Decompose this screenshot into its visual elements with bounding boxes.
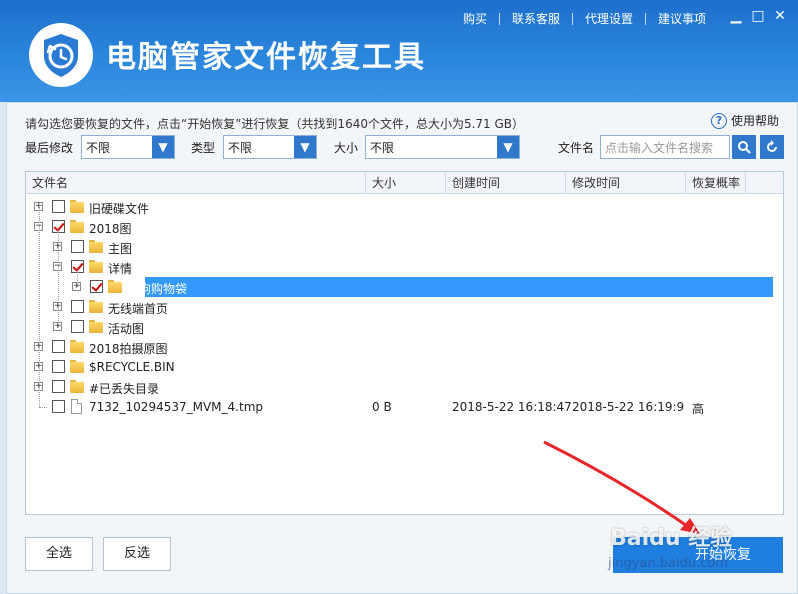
row-label: #已丢失目录 bbox=[89, 382, 160, 396]
nav-suggestions[interactable]: 建议事项 bbox=[646, 10, 718, 27]
tree-guide bbox=[39, 207, 40, 407]
tree-row[interactable]: + 旧硬碟文件 bbox=[26, 197, 783, 217]
select-all-button[interactable]: 全选 bbox=[25, 537, 93, 571]
col-created[interactable]: 创建时间 bbox=[446, 172, 566, 194]
invert-selection-button[interactable]: 反选 bbox=[103, 537, 171, 571]
folder-icon bbox=[70, 200, 84, 213]
chevron-down-icon: ▼ bbox=[294, 136, 316, 158]
modified-label: 最后修改 bbox=[25, 141, 74, 155]
tree-row[interactable]: − 2018图 bbox=[26, 217, 783, 237]
type-label: 类型 bbox=[191, 141, 216, 155]
tree-row-selected[interactable]: + 小狗购物袋 bbox=[26, 277, 783, 297]
nav-proxy[interactable]: 代理设置 bbox=[573, 10, 645, 27]
modified-cell: 2018-5-22 16:19:9 bbox=[572, 400, 685, 414]
folder-icon bbox=[89, 300, 103, 313]
tree-row[interactable]: − 详情 bbox=[26, 257, 783, 277]
filename-search-input[interactable]: 点击输入文件名搜索 bbox=[600, 135, 730, 159]
help-label: 使用帮助 bbox=[730, 114, 779, 128]
top-nav: 购买 联系客服 代理设置 建议事项 bbox=[451, 10, 718, 27]
row-checkbox[interactable] bbox=[52, 200, 65, 213]
row-label: 旧硬碟文件 bbox=[89, 202, 150, 216]
size-value: 不限 bbox=[370, 141, 395, 155]
shield-clock-logo-icon bbox=[29, 23, 93, 87]
tree-guide bbox=[77, 267, 78, 287]
table-header: 文件名 大小 创建时间 修改时间 恢复概率 bbox=[26, 172, 783, 194]
size-select[interactable]: 不限 ▼ bbox=[365, 135, 520, 159]
tree-row[interactable]: + 无线端首页 bbox=[26, 297, 783, 317]
size-label: 大小 bbox=[334, 141, 359, 155]
maximize-icon[interactable]: □ bbox=[750, 8, 766, 24]
col-size[interactable]: 大小 bbox=[366, 172, 446, 194]
folder-icon bbox=[108, 280, 122, 293]
watermark-url: jingyan.baidu.com bbox=[608, 556, 728, 571]
tree-row[interactable]: + #已丢失目录 bbox=[26, 377, 783, 397]
row-checkbox[interactable] bbox=[71, 300, 84, 313]
nav-support[interactable]: 联系客服 bbox=[500, 10, 572, 27]
row-label: 活动图 bbox=[108, 322, 145, 336]
chevron-down-icon: ▼ bbox=[152, 136, 174, 158]
row-label: 小狗购物袋 bbox=[127, 282, 188, 296]
folder-icon bbox=[89, 240, 103, 253]
file-icon bbox=[71, 399, 82, 414]
watermark-brand: Baidu 经验 bbox=[610, 526, 733, 551]
row-label: 7132_10294537_MVM_4.tmp bbox=[89, 400, 263, 414]
filter-bar: 最后修改 不限 ▼ 类型 不限 ▼ 大小 不限 ▼ 文件名 点击输入文件名搜索 bbox=[25, 135, 789, 159]
col-modified[interactable]: 修改时间 bbox=[566, 172, 686, 194]
refresh-icon bbox=[767, 140, 777, 152]
folder-icon bbox=[89, 260, 103, 273]
row-checkbox[interactable] bbox=[52, 380, 65, 393]
help-icon: ? bbox=[710, 112, 727, 129]
type-select[interactable]: 不限 ▼ bbox=[223, 135, 317, 159]
row-label: 2018图 bbox=[89, 222, 132, 236]
tree-connector bbox=[39, 407, 47, 408]
type-value: 不限 bbox=[228, 141, 253, 155]
search-button[interactable] bbox=[732, 135, 756, 159]
modified-value: 不限 bbox=[86, 141, 111, 155]
col-filename[interactable]: 文件名 bbox=[26, 172, 366, 194]
row-label: 详情 bbox=[108, 262, 133, 276]
folder-icon bbox=[89, 320, 103, 333]
folder-icon bbox=[70, 220, 84, 233]
search-icon bbox=[738, 141, 751, 154]
nav-buy[interactable]: 购买 bbox=[451, 10, 499, 27]
folder-icon bbox=[70, 380, 84, 393]
size-cell: 0 B bbox=[372, 400, 392, 414]
tree-guide bbox=[58, 227, 59, 327]
row-checkbox[interactable] bbox=[71, 320, 84, 333]
window-controls: ▁ □ ✕ bbox=[728, 8, 788, 24]
chevron-down-icon: ▼ bbox=[497, 136, 519, 158]
row-checkbox[interactable] bbox=[90, 280, 103, 293]
close-icon[interactable]: ✕ bbox=[772, 8, 788, 24]
row-label: 主图 bbox=[108, 242, 133, 256]
row-label: 2018拍摄原图 bbox=[89, 342, 168, 356]
row-checkbox[interactable] bbox=[52, 360, 65, 373]
tree-row[interactable]: + 2018拍摄原图 bbox=[26, 337, 783, 357]
folder-icon bbox=[70, 360, 84, 373]
folder-icon bbox=[70, 340, 84, 353]
file-tree-table: 文件名 大小 创建时间 修改时间 恢复概率 + 旧硬碟文件 − 2018图 + … bbox=[25, 171, 784, 515]
notice-text: 请勾选您要恢复的文件，点击“开始恢复”进行恢复（共找到1640个文件，总大小为5… bbox=[25, 117, 525, 131]
probability-cell: 高 bbox=[692, 402, 705, 416]
tree-row[interactable]: + 活动图 bbox=[26, 317, 783, 337]
app-title: 电脑管家文件恢复工具 bbox=[106, 40, 426, 75]
row-checkbox[interactable] bbox=[71, 240, 84, 253]
tree-row[interactable]: + 主图 bbox=[26, 237, 783, 257]
minimize-icon[interactable]: ▁ bbox=[728, 8, 744, 24]
created-cell: 2018-5-22 16:18:47 bbox=[452, 400, 572, 414]
col-probability[interactable]: 恢复概率 bbox=[686, 172, 746, 194]
help-link[interactable]: ? 使用帮助 bbox=[710, 112, 779, 129]
title-bar: 电脑管家文件恢复工具 购买 联系客服 代理设置 建议事项 ▁ □ ✕ bbox=[0, 0, 798, 102]
tree-row-file[interactable]: 7132_10294537_MVM_4.tmp 0 B 2018-5-22 16… bbox=[26, 397, 783, 417]
refresh-button[interactable] bbox=[760, 135, 784, 159]
row-checkbox[interactable] bbox=[52, 340, 65, 353]
modified-select[interactable]: 不限 ▼ bbox=[81, 135, 175, 159]
tree-row[interactable]: + $RECYCLE.BIN bbox=[26, 357, 783, 377]
row-checkbox[interactable] bbox=[52, 400, 65, 413]
filename-label: 文件名 bbox=[558, 141, 595, 155]
row-label: 无线端首页 bbox=[108, 302, 169, 316]
row-label: $RECYCLE.BIN bbox=[89, 360, 175, 374]
selection-highlight bbox=[145, 277, 773, 297]
